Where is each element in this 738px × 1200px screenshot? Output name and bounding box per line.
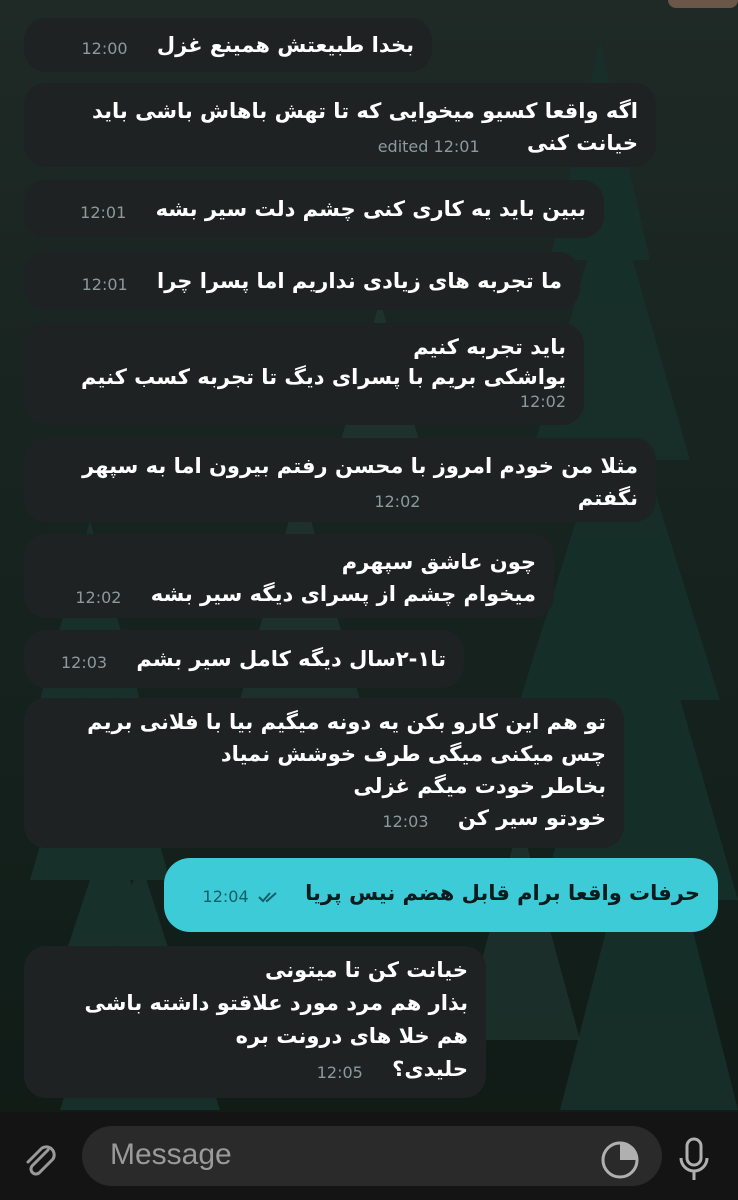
- message-text: اگه واقعا کسیو میخوایی که تا تهش باهاش ب…: [91, 99, 638, 123]
- message-bubble[interactable]: خیانت کن تا میتونی بذار هم مرد مورد علاق…: [24, 946, 486, 1098]
- message-text: ما تجربه های زیادی نداریم اما پسرا چرا: [157, 269, 562, 293]
- message-time: edited 12:01: [377, 137, 480, 156]
- message-text: خیانت کنی: [526, 131, 638, 155]
- message-bubble[interactable]: تا۱-۲سال دیگه کامل سیر بشم 12:03: [24, 630, 464, 688]
- message-text: چون عاشق سپهرم: [341, 550, 536, 574]
- message-time: 12:01: [81, 275, 128, 294]
- message-text: تا۱-۲سال دیگه کامل سیر بشم: [136, 647, 446, 671]
- message-time: 12:02: [374, 492, 421, 511]
- paperclip-icon[interactable]: [18, 1138, 62, 1182]
- message-bubble[interactable]: باید تجربه کنیم یواشکی بریم با پسرای دیگ…: [24, 323, 584, 425]
- message-text: خودتو سیر کن: [457, 806, 606, 830]
- message-text: تو هم این کارو بکن یه دونه میگیم بیا با …: [87, 710, 606, 734]
- double-check-icon: [258, 892, 277, 903]
- message-time: 12:03: [60, 653, 108, 672]
- message-time: 12:00: [81, 39, 128, 58]
- message-bubble[interactable]: چون عاشق سپهرم میخوام چشم از پسرای دیگه …: [24, 534, 554, 618]
- outgoing-message-bubble[interactable]: حرفات واقعا برام قابل هضم نیس پریا 12:04: [164, 858, 718, 932]
- message-text: خیانت کن تا میتونی: [265, 958, 468, 982]
- message-text: میخوام چشم از پسرای دیگه سیر بشه: [150, 582, 536, 606]
- message-time: 12:04: [202, 887, 249, 906]
- message-text: مثلا من خودم امروز با محسن رفتم بیرون ام…: [82, 454, 638, 478]
- message-text: چس میکنی میگی طرف خوشش نمیاد: [220, 742, 606, 766]
- message-text: باید تجربه کنیم: [413, 335, 566, 359]
- message-composer: Message: [0, 1112, 738, 1200]
- message-text: ببین باید یه کاری کنی چشم دلت سیر بشه: [155, 197, 586, 221]
- message-text: یواشکی بریم با پسرای دیگ تا تجربه کسب کن…: [81, 365, 566, 389]
- message-bubble[interactable]: ببین باید یه کاری کنی چشم دلت سیر بشه 12…: [24, 180, 604, 238]
- message-time: 12:05: [316, 1063, 363, 1082]
- message-bubble[interactable]: تو هم این کارو بکن یه دونه میگیم بیا با …: [24, 698, 624, 848]
- message-time: 12:02: [519, 392, 566, 411]
- message-text: بذار هم مرد مورد علاقتو داشته باشی: [84, 991, 468, 1015]
- message-text: بخدا طبیعتش همینع غزل: [156, 33, 414, 57]
- microphone-icon[interactable]: [676, 1136, 712, 1184]
- message-text: حرفات واقعا برام قابل هضم نیس پریا: [305, 881, 700, 905]
- message-bubble[interactable]: مثلا من خودم امروز با محسن رفتم بیرون ام…: [24, 438, 656, 522]
- avatar[interactable]: [668, 0, 738, 8]
- message-time: 12:03: [382, 812, 429, 831]
- message-time: 12:01: [80, 203, 127, 222]
- message-bubble[interactable]: ما تجربه های زیادی نداریم اما پسرا چرا 1…: [24, 252, 580, 310]
- message-input-placeholder: Message: [110, 1138, 232, 1171]
- message-text: هم خلا های درونت بره: [235, 1024, 468, 1048]
- message-list[interactable]: بخدا طبیعتش همینع غزل 12:00 اگه واقعا کس…: [0, 0, 738, 1200]
- message-time: 12:02: [75, 588, 122, 607]
- sticker-icon[interactable]: [598, 1138, 642, 1182]
- message-text: نگفتم: [577, 486, 638, 510]
- message-bubble[interactable]: بخدا طبیعتش همینع غزل 12:00: [24, 18, 432, 72]
- message-text: حلیدی؟: [392, 1057, 468, 1081]
- message-text: بخاطر خودت میگم غزلی: [353, 774, 606, 798]
- message-bubble[interactable]: اگه واقعا کسیو میخوایی که تا تهش باهاش ب…: [24, 83, 656, 167]
